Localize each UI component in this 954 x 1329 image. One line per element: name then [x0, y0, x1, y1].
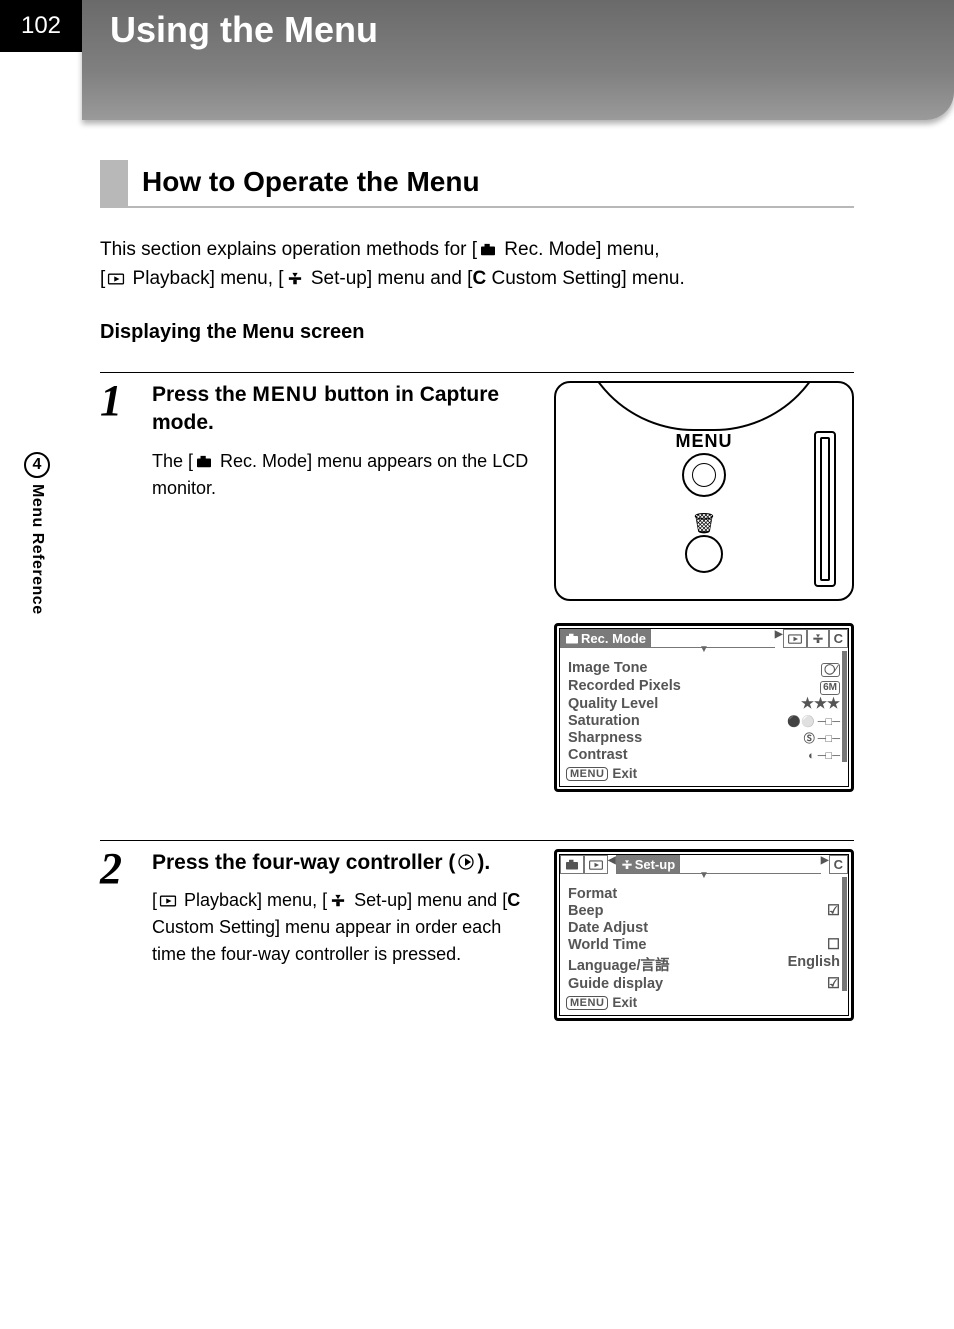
step-number: 2 — [100, 849, 134, 1021]
lcd-row: Image Tone◯⁄ — [568, 659, 840, 677]
step-1: 1 Press the MENU button in Capture mode.… — [100, 372, 854, 792]
step-2: 2 Press the four-way controller (). [ Pl… — [100, 840, 854, 1021]
camera-illustration: MENU 🗑 — [554, 381, 854, 601]
lcd-row: Saturation⚫⚪ ─□─ — [568, 712, 840, 729]
right-arrow-icon — [457, 853, 475, 871]
lcd-tab-rec: Rec. Mode — [560, 629, 651, 648]
lcd-tab-setup — [807, 629, 829, 648]
lcd-setup: ◀ Set-up ▶ C ▼ FormatBeep☑Date AdjustWor… — [554, 849, 854, 1021]
lcd-row: SharpnessⓈ ─□─ — [568, 729, 840, 746]
setup-icon — [286, 272, 304, 286]
lcd-tab-play — [783, 629, 807, 648]
lcd-row: Date Adjust — [568, 919, 840, 936]
section-title: How to Operate the Menu — [142, 160, 480, 206]
page-number: 102 — [0, 0, 82, 52]
lcd-row: Guide display☑ — [568, 975, 840, 992]
lcd-row: Beep☑ — [568, 902, 840, 919]
trash-icon: 🗑 — [691, 511, 716, 536]
lcd-tab-custom: C — [829, 629, 848, 648]
step-1-desc: The [ Rec. Mode] menu appears on the LCD… — [152, 448, 530, 502]
step-number: 1 — [100, 381, 134, 792]
lcd-row: Recorded Pixels6M — [568, 677, 840, 695]
step-2-title: Press the four-way controller (). — [152, 849, 530, 877]
menu-button-icon — [682, 453, 726, 497]
step-1-title: Press the MENU button in Capture mode. — [152, 381, 530, 438]
playback-icon — [107, 272, 125, 286]
lcd-menu-exit: MENUExit — [560, 765, 848, 782]
lcd-tab-rec — [560, 855, 584, 874]
lcd-row: Contrast◐ ─□─ — [568, 746, 840, 763]
step-2-desc: [ Playback] menu, [ Set-up] menu and [C … — [152, 887, 530, 968]
section-header: How to Operate the Menu — [100, 160, 854, 208]
lcd-tab-custom: C — [829, 855, 848, 874]
lcd-menu-exit: MENUExit — [560, 994, 848, 1011]
camera-icon — [195, 455, 213, 469]
lcd-row: World Time☐ — [568, 936, 840, 953]
camera-menu-label: MENU — [676, 431, 733, 452]
lcd-row: Language/言語English — [568, 953, 840, 975]
playback-icon — [159, 894, 177, 908]
chapter-banner: Using the Menu — [82, 0, 954, 120]
lcd-tab-setup: Set-up — [616, 855, 680, 874]
camera-icon — [479, 243, 497, 257]
lcd-rec-mode: Rec. Mode ▶ C ▼ Image Tone◯⁄Recorded Pix… — [554, 623, 854, 792]
secondary-button-icon — [685, 535, 723, 573]
lcd-row: Format — [568, 885, 840, 902]
setup-icon — [329, 894, 347, 908]
chapter-title: Using the Menu — [110, 8, 954, 52]
intro-paragraph: This section explains operation methods … — [100, 236, 854, 293]
subsection-title: Displaying the Menu screen — [100, 321, 854, 344]
lcd-row: Quality Level★★★ — [568, 695, 840, 712]
lcd-tab-play — [584, 855, 608, 874]
